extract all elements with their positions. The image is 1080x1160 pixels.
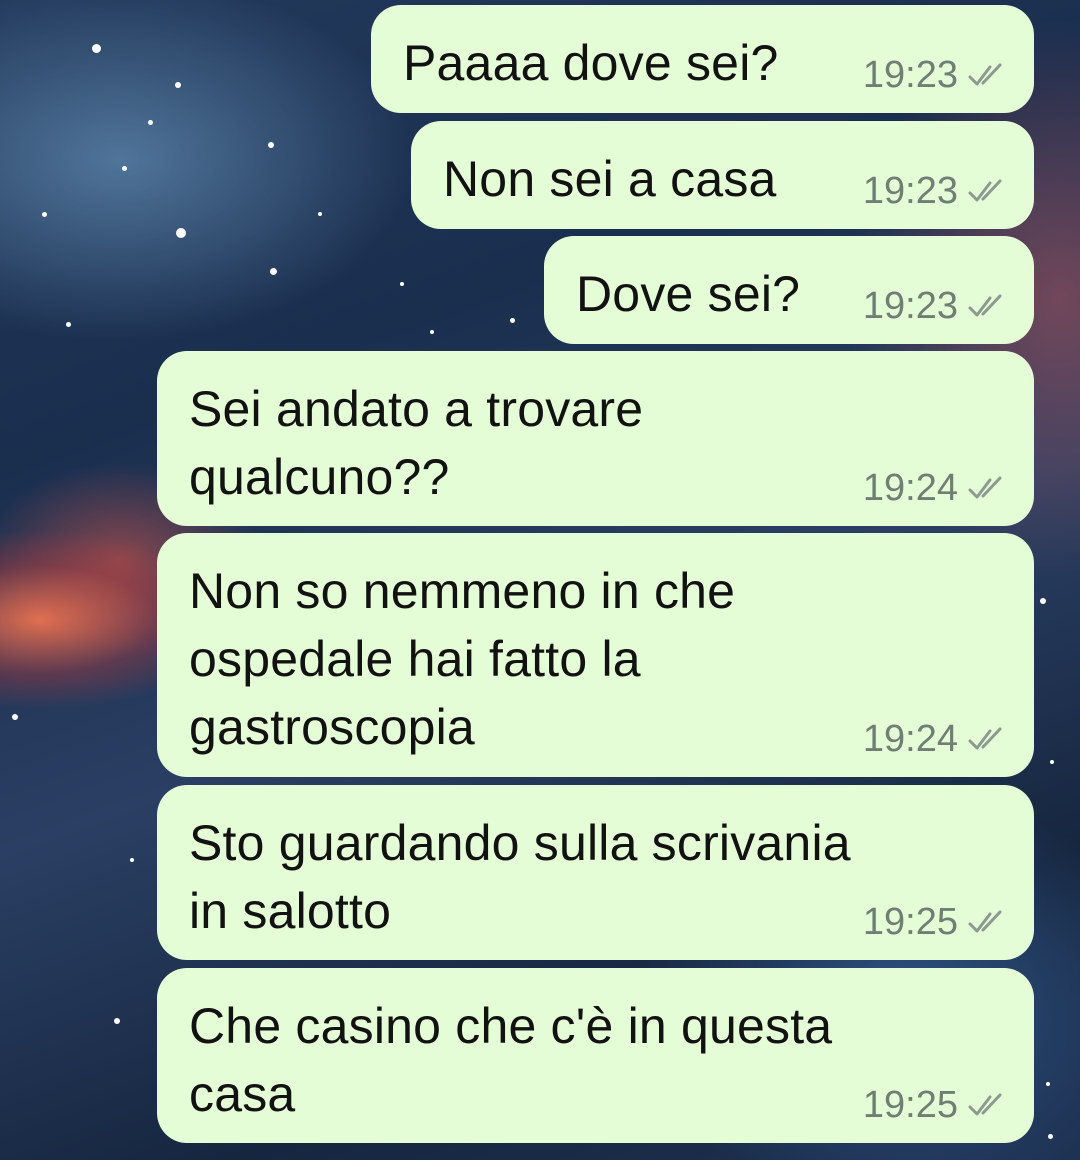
double-check-icon [968,179,1002,201]
message-text: Paaaa dove sei? [403,35,779,91]
message-meta: 19:23 [863,285,1006,328]
message-timestamp: 19:23 [862,285,958,327]
message-bubble[interactable]: Paaaa dove sei? 19:23 [371,5,1034,113]
double-check-icon [968,476,1002,498]
message-bubble[interactable]: Non sei a casa 19:23 [411,121,1034,229]
message-timestamp: 19:23 [862,170,958,212]
message-meta: 19:23 [863,54,1006,97]
message-timestamp: 19:23 [862,54,958,96]
message-meta: 19:23 [863,170,1006,213]
message-bubble[interactable]: Dove sei? 19:23 [544,236,1034,344]
message-meta: 19:24 [863,718,1006,761]
double-check-icon [968,910,1002,932]
double-check-icon [968,727,1002,749]
double-check-icon [968,294,1002,316]
message-list[interactable]: Paaaa dove sei? 19:23 Non sei a casa 19:… [0,0,1080,1160]
message-meta: 19:24 [863,467,1006,510]
double-check-icon [968,63,1002,85]
message-bubble[interactable]: Sei andato a trovare qualcuno?? 19:24 [157,351,1034,526]
message-text: Non so nemmeno in che ospedale hai fatto… [189,563,736,755]
double-check-icon [968,1093,1002,1115]
message-timestamp: 19:25 [862,901,958,943]
message-bubble[interactable]: Non so nemmeno in che ospedale hai fatto… [157,533,1034,777]
message-text: Dove sei? [576,266,801,322]
message-meta: 19:25 [863,901,1006,944]
message-text: Sto guardando sulla scrivania in salotto [189,815,851,939]
message-bubble[interactable]: Sto guardando sulla scrivania in salotto… [157,785,1034,960]
message-timestamp: 19:25 [862,1084,958,1126]
message-text: Che casino che c'è in questa casa [189,998,833,1122]
message-bubble[interactable]: Che casino che c'è in questa casa 19:25 [157,968,1034,1143]
message-meta: 19:25 [863,1084,1006,1127]
message-text: Sei andato a trovare qualcuno?? [189,381,644,505]
message-text: Non sei a casa [443,151,777,207]
message-timestamp: 19:24 [862,718,958,760]
message-timestamp: 19:24 [862,467,958,509]
